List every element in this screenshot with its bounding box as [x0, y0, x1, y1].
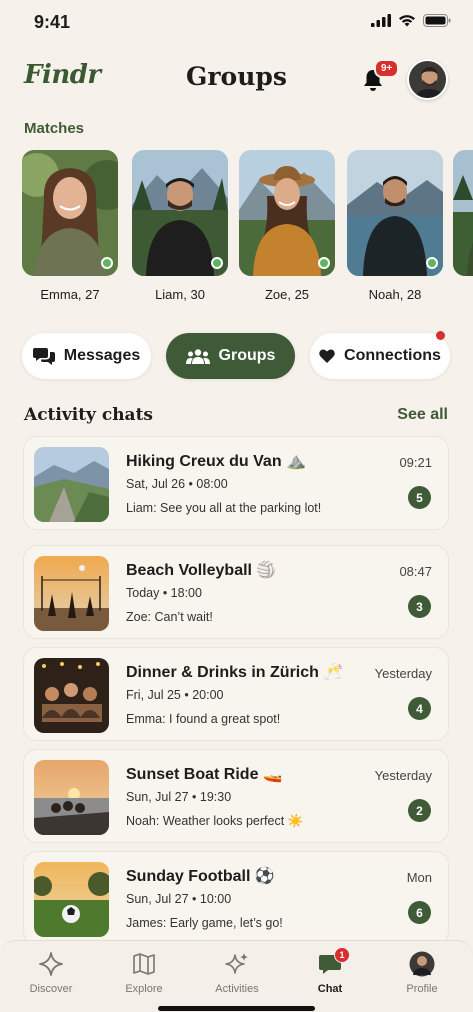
- match-card[interactable]: Zoe, 25: [239, 150, 335, 302]
- chat-title: Sunday Football ⚽: [126, 868, 275, 885]
- signal-icon: [371, 14, 391, 27]
- tab-label: Messages: [63, 347, 141, 364]
- chat-date: Sat, Jul 26 • 08:00: [126, 477, 228, 491]
- status-time: 9:41: [34, 12, 71, 32]
- online-indicator: [318, 257, 330, 269]
- tab-bar: Messages Groups Connections: [22, 331, 450, 379]
- chat-time: 09:21: [399, 455, 432, 470]
- chat-title: Beach Volleyball 🏐: [126, 562, 277, 579]
- chat-last-message: Zoe: Can’t wait!: [126, 610, 213, 624]
- chat-title: Hiking Creux du Van ⛰️: [126, 453, 306, 470]
- map-icon: [133, 953, 155, 975]
- chat-date: Sun, Jul 27 • 10:00: [126, 892, 232, 906]
- nav-label: Chat: [317, 983, 343, 995]
- chat-thumbnail: [34, 658, 109, 733]
- tab-connections[interactable]: Connections: [310, 331, 450, 379]
- chat-last-message: Liam: See you all at the parking lot!: [126, 501, 322, 515]
- chat-last-message: Noah: Weather looks perfect ☀️: [126, 814, 304, 828]
- unread-count-badge: 2: [408, 799, 431, 822]
- group-icon: [185, 348, 210, 364]
- unread-count-badge: 6: [408, 901, 431, 924]
- chat-title: Sunset Boat Ride 🚤: [126, 766, 283, 783]
- avatar-icon: [409, 951, 435, 977]
- chat-bubbles-icon: [32, 348, 55, 365]
- chat-item[interactable]: Hiking Creux du Van ⛰️ Sat, Jul 26 • 08:…: [23, 436, 449, 530]
- nav-label: Activities: [215, 983, 259, 995]
- match-photo: [347, 150, 443, 276]
- notification-badge: 9+: [374, 59, 400, 78]
- match-name: Noah, 28: [368, 287, 422, 302]
- match-photo: [239, 150, 335, 276]
- chat-thumbnail: [34, 862, 109, 937]
- chat-date: Sun, Jul 27 • 19:30: [126, 790, 232, 804]
- matches-label: Matches: [24, 120, 85, 137]
- page-title: Groups: [186, 62, 287, 91]
- nav-profile[interactable]: Profile: [382, 951, 462, 995]
- tab-messages[interactable]: Messages: [22, 333, 151, 379]
- chat-date: Today • 18:00: [126, 586, 202, 600]
- profile-avatar[interactable]: [407, 59, 448, 100]
- chat-item[interactable]: Dinner & Drinks in Zürich 🥂 Fri, Jul 25 …: [23, 647, 449, 741]
- match-card-partial[interactable]: [453, 150, 473, 276]
- status-bar: 9:41: [0, 0, 473, 46]
- section-title: Activity chats: [24, 405, 153, 425]
- match-photo: [132, 150, 228, 276]
- chat-time: Yesterday: [374, 768, 432, 783]
- chat-unread-badge: 1: [334, 947, 350, 963]
- chat-last-message: James: Early game, let’s go!: [126, 916, 283, 930]
- notification-dot: [436, 331, 445, 340]
- chat-time: Yesterday: [374, 666, 432, 681]
- chat-time: Mon: [406, 870, 432, 885]
- sparkle-icon: [39, 952, 63, 976]
- tab-label: Connections: [344, 347, 441, 364]
- chat-item[interactable]: Beach Volleyball 🏐 Today • 18:00 Zoe: Ca…: [23, 545, 449, 639]
- match-photo: [22, 150, 118, 276]
- nav-discover[interactable]: Discover: [11, 951, 91, 995]
- match-card[interactable]: Liam, 30: [132, 150, 228, 302]
- unread-count-badge: 4: [408, 697, 431, 720]
- stars-icon: [225, 953, 248, 974]
- home-indicator: [158, 1006, 315, 1011]
- online-indicator: [426, 257, 438, 269]
- see-all-link[interactable]: See all: [397, 406, 448, 424]
- status-icons: [371, 14, 451, 27]
- heart-icon: [319, 349, 335, 363]
- online-indicator: [101, 257, 113, 269]
- chat-last-message: Emma: I found a great spot!: [126, 712, 281, 726]
- nav-chat[interactable]: 1 Chat: [290, 947, 370, 995]
- match-name: Zoe, 25: [264, 287, 310, 302]
- header: Findr Groups 9+: [0, 52, 473, 108]
- tab-label: Groups: [218, 347, 276, 364]
- match-photo: [453, 150, 473, 276]
- nav-explore[interactable]: Explore: [104, 951, 184, 995]
- unread-count-badge: 5: [408, 486, 431, 509]
- match-name: Liam, 30: [155, 287, 205, 302]
- wifi-icon: [399, 15, 415, 27]
- nav-label: Profile: [406, 983, 438, 995]
- chat-thumbnail: [34, 447, 109, 522]
- chat-thumbnail: [34, 556, 109, 631]
- match-card[interactable]: Emma, 27: [22, 150, 118, 302]
- match-name: Emma, 27: [40, 287, 100, 302]
- chat-thumbnail: [34, 760, 109, 835]
- nav-label: Explore: [125, 983, 163, 995]
- online-indicator: [211, 257, 223, 269]
- chat-item[interactable]: Sunday Football ⚽ Sun, Jul 27 • 10:00 Ja…: [23, 851, 449, 945]
- nav-label: Discover: [29, 983, 73, 995]
- chat-item[interactable]: Sunset Boat Ride 🚤 Sun, Jul 27 • 19:30 N…: [23, 749, 449, 843]
- bottom-nav: Discover Explore Activities 1 Chat Profi…: [0, 940, 473, 1012]
- battery-icon: [423, 14, 451, 27]
- tab-groups[interactable]: Groups: [166, 333, 295, 379]
- chat-title: Dinner & Drinks in Zürich 🥂: [126, 664, 344, 681]
- matches-carousel[interactable]: Emma, 27 Liam, 30 Zoe, 25 Noah, 28: [22, 150, 473, 310]
- match-card[interactable]: Noah, 28: [347, 150, 443, 302]
- nav-activities[interactable]: Activities: [197, 951, 277, 995]
- unread-count-badge: 3: [408, 595, 431, 618]
- chat-time: 08:47: [399, 564, 432, 579]
- chat-date: Fri, Jul 25 • 20:00: [126, 688, 224, 702]
